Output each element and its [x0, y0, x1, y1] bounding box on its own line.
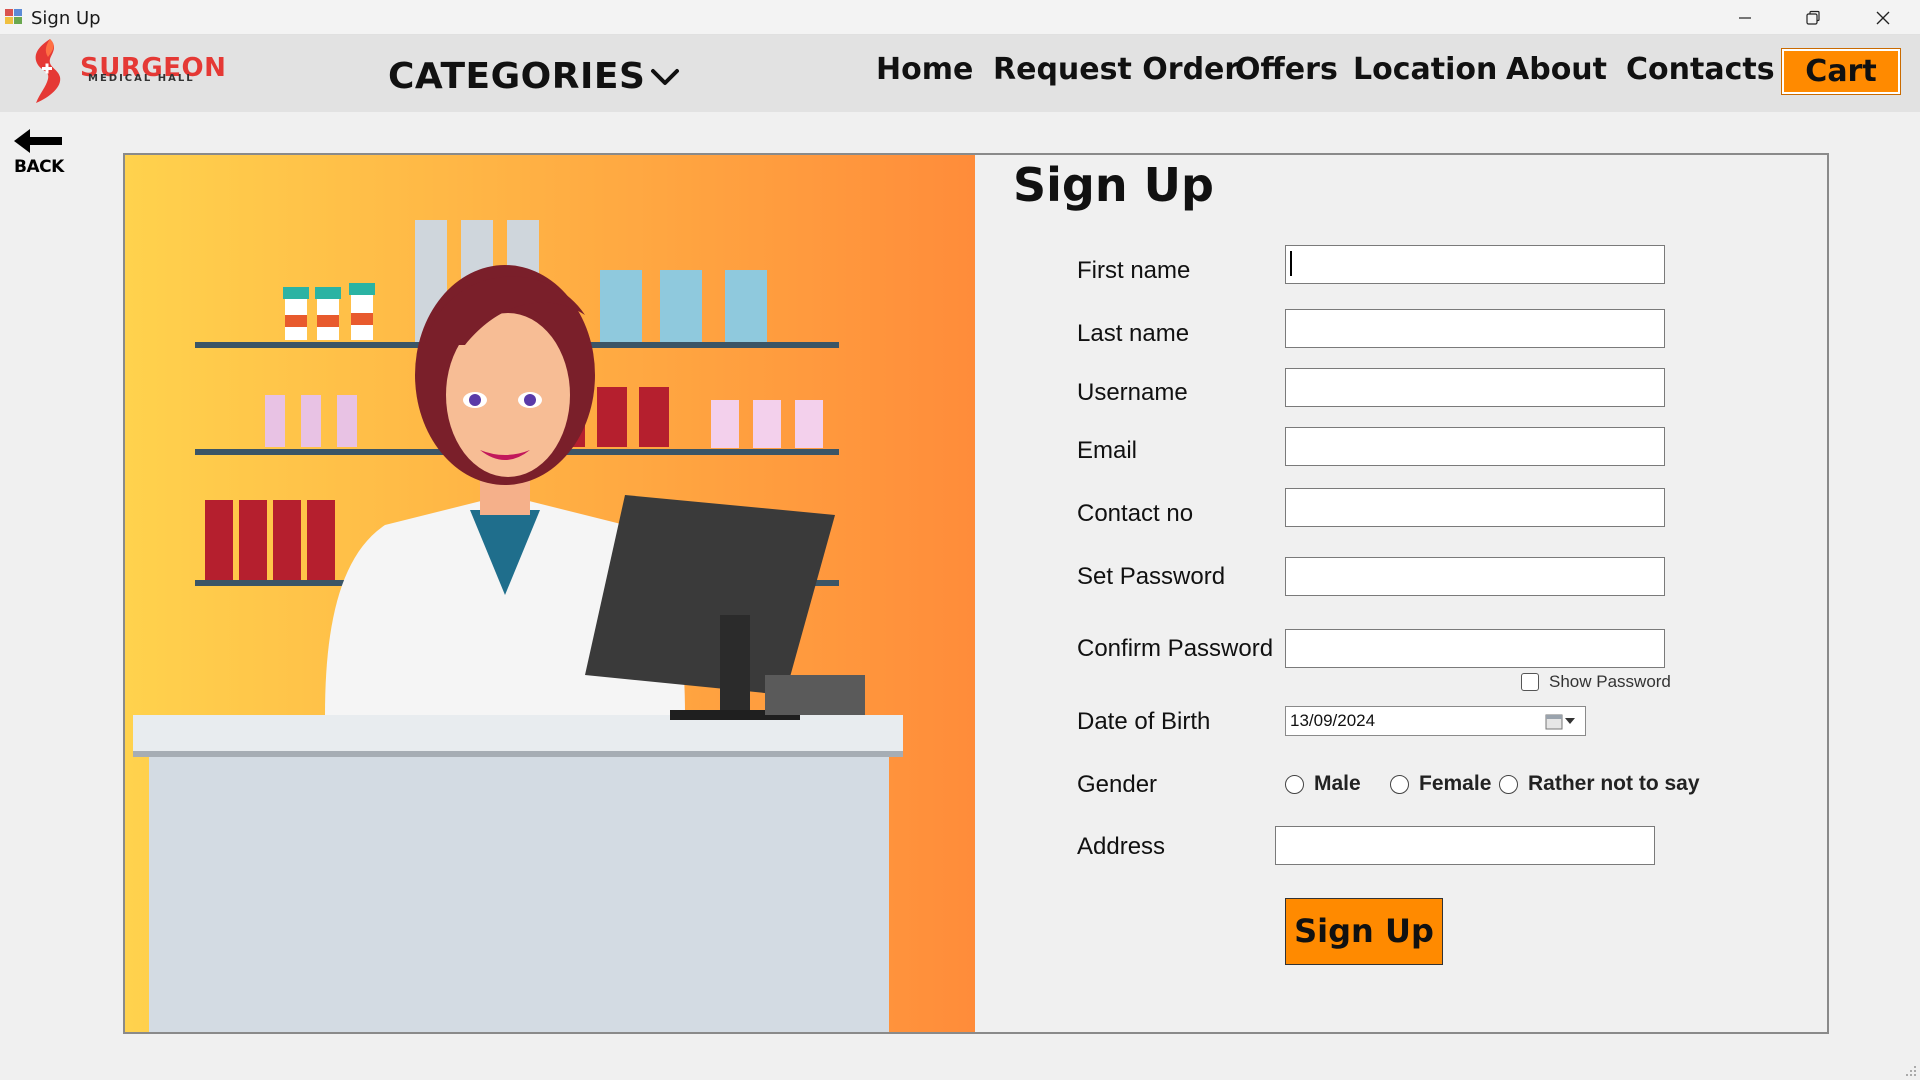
- window-title: Sign Up: [31, 8, 101, 29]
- app-icon: [5, 9, 22, 24]
- gender-label: Gender: [1077, 771, 1158, 798]
- nav-home[interactable]: Home: [876, 52, 973, 87]
- brand-tagline: MEDICAL HALL: [88, 73, 195, 84]
- nav-offers[interactable]: Offers: [1235, 52, 1338, 87]
- cart-button[interactable]: Cart: [1781, 48, 1901, 95]
- show-password-label: Show Password: [1549, 672, 1671, 691]
- nav-contacts[interactable]: Contacts: [1626, 52, 1775, 87]
- show-password-toggle[interactable]: Show Password: [1521, 672, 1671, 692]
- dob-label: Date of Birth: [1077, 708, 1211, 735]
- back-label[interactable]: BACK: [14, 157, 64, 177]
- radio-button[interactable]: [1390, 774, 1409, 794]
- address-input[interactable]: [1275, 826, 1655, 865]
- show-password-checkbox[interactable]: [1521, 673, 1539, 691]
- sign-up-button[interactable]: Sign Up: [1285, 898, 1443, 965]
- last-name-label: Last name: [1077, 320, 1190, 347]
- username-label: Username: [1077, 379, 1188, 406]
- radio-button[interactable]: [1285, 774, 1304, 794]
- window-titlebar: Sign Up: [0, 0, 1920, 35]
- first-name-label: First name: [1077, 257, 1191, 284]
- pharmacist-illustration: [125, 155, 975, 1032]
- gender-radio-female[interactable]: Female: [1390, 772, 1491, 796]
- nav-about[interactable]: About: [1506, 52, 1607, 87]
- contact-no-input[interactable]: [1285, 488, 1665, 527]
- gender-radio-male[interactable]: Male: [1285, 772, 1361, 796]
- set-password-label: Set Password: [1077, 563, 1226, 590]
- contact-no-label: Contact no: [1077, 500, 1194, 527]
- minimize-icon: [1739, 16, 1751, 19]
- gender-option-label: Rather not to say: [1528, 772, 1700, 795]
- nav-request-order[interactable]: Request Order: [993, 52, 1239, 87]
- calendar-dropdown-button[interactable]: [1545, 711, 1581, 731]
- text-caret: [1290, 251, 1292, 276]
- restore-button[interactable]: [1778, 0, 1848, 35]
- radio-button[interactable]: [1499, 774, 1518, 794]
- address-label: Address: [1077, 833, 1166, 860]
- first-name-input[interactable]: [1285, 245, 1665, 284]
- minimize-button[interactable]: [1710, 0, 1780, 35]
- confirm-password-input[interactable]: [1285, 629, 1665, 668]
- close-button[interactable]: [1848, 0, 1918, 35]
- dob-value: 13/09/2024: [1290, 711, 1376, 730]
- calendar-icon: [1545, 714, 1563, 730]
- chevron-down-icon: [1565, 718, 1575, 724]
- restore-icon: [1806, 10, 1820, 25]
- categories-label: CATEGORIES: [388, 56, 646, 97]
- last-name-input[interactable]: [1285, 309, 1665, 348]
- confirm-password-label: Confirm Password: [1077, 635, 1274, 662]
- chevron-down-icon: [651, 68, 680, 85]
- close-icon: [1876, 11, 1890, 24]
- email-label: Email: [1077, 437, 1138, 464]
- nav-location[interactable]: Location: [1353, 52, 1497, 87]
- set-password-input[interactable]: [1285, 557, 1665, 596]
- resize-grip-icon[interactable]: [1904, 1064, 1918, 1078]
- dob-date-picker[interactable]: 13/09/2024: [1285, 706, 1586, 736]
- gender-option-label: Male: [1314, 772, 1361, 795]
- email-input[interactable]: [1285, 427, 1665, 466]
- categories-dropdown[interactable]: CATEGORIES: [388, 56, 681, 97]
- form-title: Sign Up: [1013, 158, 1214, 212]
- username-input[interactable]: [1285, 368, 1665, 407]
- gender-option-label: Female: [1419, 772, 1492, 795]
- gender-radio-rather-not-say[interactable]: Rather not to say: [1499, 772, 1700, 796]
